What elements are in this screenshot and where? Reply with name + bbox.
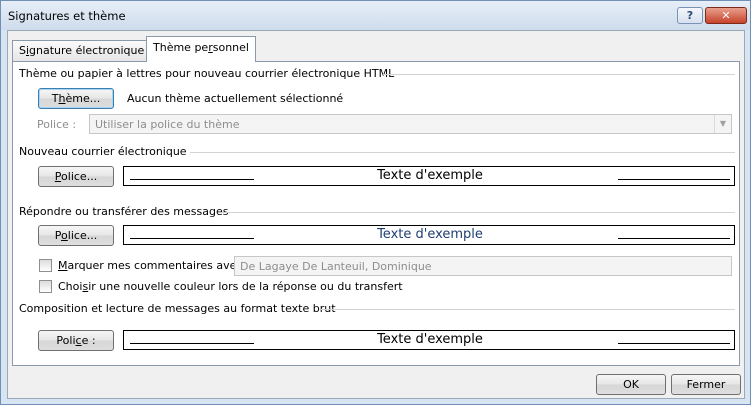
btn-label-part: lice... — [67, 229, 98, 242]
plain-text-section-title: Composition et lecture de messages au fo… — [19, 302, 336, 315]
plain-text-font-button[interactable]: Police : — [38, 330, 114, 351]
sample-rule — [130, 343, 254, 344]
tab-label-part: sonnel — [212, 41, 249, 54]
section-divider — [190, 152, 735, 153]
help-button[interactable]: ? — [677, 7, 703, 24]
section-divider — [221, 212, 735, 213]
new-mail-font-button[interactable]: Police... — [38, 166, 114, 187]
title-bar: Signatures et thème ? ✕ — [1, 1, 750, 30]
reply-sample: Texte d'exemple — [123, 225, 735, 245]
label-part: ir une nouvelle couleur lors de la répon… — [88, 280, 403, 293]
mark-comments-label: Marquer mes commentaires avec : — [58, 259, 250, 272]
plain-text-sample: Texte d'exemple — [123, 330, 735, 350]
theme-section-title: Thème ou papier à lettres pour nouveau c… — [19, 67, 395, 80]
tab-panel: Thème ou papier à lettres pour nouveau c… — [12, 61, 740, 366]
close-icon: ✕ — [721, 9, 731, 22]
new-color-checkbox[interactable] — [39, 280, 52, 293]
btn-label-part: e : — [81, 334, 96, 347]
ok-button[interactable]: OK — [596, 374, 666, 395]
section-divider — [321, 309, 735, 310]
close-button[interactable]: ✕ — [705, 7, 747, 24]
ok-label: OK — [623, 378, 639, 391]
reply-font-button[interactable]: Police... — [38, 225, 114, 246]
btn-label-accel: o — [61, 229, 68, 242]
tab-label-part: S — [19, 44, 26, 57]
no-theme-text: Aucun thème actuellement sélectionné — [127, 92, 344, 105]
label-part: Choi — [58, 280, 83, 293]
theme-font-select[interactable]: Utiliser la police du thème ▼ — [89, 114, 732, 134]
sample-rule — [130, 238, 254, 239]
help-icon: ? — [686, 9, 694, 22]
tab-label-part: gnature électronique — [29, 44, 145, 57]
label-part: arquer mes commentaires avec : — [67, 259, 250, 272]
plain-text-sample-text: Texte d'exemple — [377, 332, 483, 347]
mark-comments-checkbox[interactable] — [39, 259, 52, 272]
btn-label-part: ème... — [65, 92, 101, 105]
tab-signature[interactable]: Signature électronique — [12, 40, 152, 61]
close-label: Fermer — [686, 378, 726, 391]
new-mail-sample: Texte d'exemple — [123, 166, 735, 186]
mark-comments-field[interactable]: De Lagaye De Lanteuil, Dominique — [234, 256, 732, 276]
reply-sample-text: Texte d'exemple — [377, 227, 483, 242]
tab-personal-theme[interactable]: Thème personnel — [146, 36, 256, 62]
section-divider — [383, 74, 735, 75]
sample-rule — [618, 343, 730, 344]
new-mail-sample-text: Texte d'exemple — [377, 168, 483, 183]
new-mail-section-title: Nouveau courrier électronique — [19, 145, 187, 158]
btn-label-part: Poli — [56, 334, 76, 347]
btn-label-part: olice... — [61, 170, 98, 183]
sample-rule — [618, 238, 730, 239]
chevron-down-icon[interactable]: ▼ — [714, 115, 731, 133]
mark-comments-value: De Lagaye De Lanteuil, Dominique — [240, 260, 432, 273]
reply-section-title: Répondre ou transférer des messages — [19, 205, 229, 218]
sample-rule — [130, 179, 254, 180]
close-dialog-button[interactable]: Fermer — [671, 374, 741, 395]
label-accel: M — [58, 259, 68, 272]
new-color-label: Choisir une nouvelle couleur lors de la … — [58, 280, 403, 293]
font-label: Police : — [37, 118, 77, 131]
theme-font-value: Utiliser la police du thème — [95, 118, 240, 131]
tab-label-part: Thème pe — [153, 41, 209, 54]
dialog-body: Signature électronique Thème personnel T… — [7, 30, 745, 399]
window-title: Signatures et thème — [8, 9, 126, 23]
sample-rule — [618, 179, 730, 180]
btn-label-part: T — [51, 92, 59, 105]
signatures-dialog: Signatures et thème ? ✕ Signature électr… — [0, 0, 751, 405]
theme-button[interactable]: Thème... — [38, 88, 114, 109]
